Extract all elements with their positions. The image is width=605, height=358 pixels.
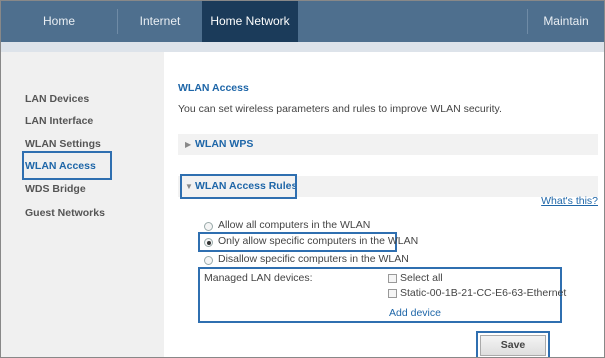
- sidebar-item-wlan-settings[interactable]: WLAN Settings: [25, 138, 101, 150]
- page-title: WLAN Access: [178, 82, 249, 94]
- sidebar-item-lan-interface[interactable]: LAN Interface: [25, 115, 93, 127]
- tab-internet[interactable]: Internet: [118, 1, 202, 42]
- radio-disallow-label: Disallow specific computers in the WLAN: [218, 253, 409, 265]
- managed-lan-devices-label: Managed LAN devices:: [204, 272, 313, 284]
- select-all-checkbox[interactable]: [388, 274, 397, 283]
- wlan-wps-section-header[interactable]: ▶ WLAN WPS: [178, 134, 598, 155]
- tab-home-network[interactable]: Home Network: [202, 1, 298, 42]
- sub-navigation-bar: [1, 42, 604, 52]
- rules-section-highlight: [180, 174, 297, 199]
- tab-home[interactable]: Home: [1, 1, 117, 42]
- whats-this-link[interactable]: What's this?: [541, 195, 598, 207]
- wlan-wps-label: WLAN WPS: [195, 138, 254, 150]
- sidebar: LAN Devices LAN Interface WLAN Settings …: [1, 52, 164, 357]
- sidebar-item-guest-networks[interactable]: Guest Networks: [25, 207, 105, 219]
- device-checkbox[interactable]: [388, 289, 397, 298]
- radio-allow-all-label: Allow all computers in the WLAN: [218, 219, 371, 231]
- add-device-link[interactable]: Add device: [389, 307, 441, 319]
- sidebar-item-lan-devices[interactable]: LAN Devices: [25, 93, 89, 105]
- sidebar-item-wlan-access[interactable]: WLAN Access: [25, 160, 96, 172]
- save-button[interactable]: Save: [480, 335, 546, 356]
- radio-disallow[interactable]: [204, 256, 213, 265]
- main-panel: WLAN Access You can set wireless paramet…: [164, 52, 604, 357]
- radio-only-allow-label: Only allow specific computers in the WLA…: [218, 235, 419, 247]
- radio-only-allow[interactable]: [204, 238, 213, 247]
- device-label: Static-00-1B-21-CC-E6-63-Ethernet: [400, 287, 567, 299]
- top-navigation: Home Internet Home Network Maintain: [1, 1, 604, 42]
- page-description: You can set wireless parameters and rule…: [178, 103, 502, 115]
- router-admin-window: Home Internet Home Network Maintain LAN …: [0, 0, 605, 358]
- sidebar-item-wds-bridge[interactable]: WDS Bridge: [25, 183, 86, 195]
- tab-maintain[interactable]: Maintain: [528, 1, 604, 42]
- select-all-label: Select all: [400, 272, 443, 284]
- radio-allow-all[interactable]: [204, 222, 213, 231]
- chevron-right-icon: ▶: [185, 140, 192, 149]
